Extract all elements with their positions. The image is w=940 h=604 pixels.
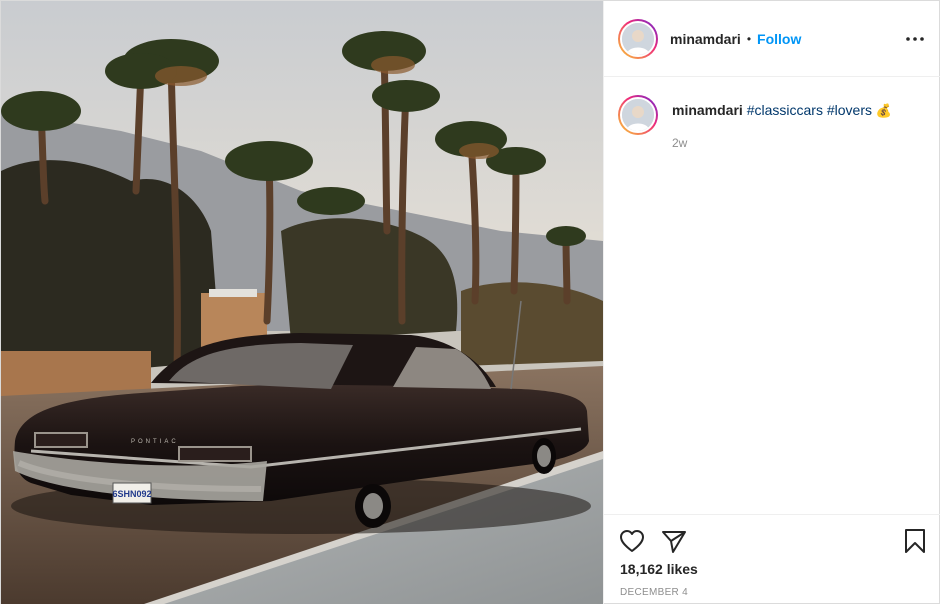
classic-car-illustration: 6SHN092 PONTIAC	[1, 1, 603, 604]
avatar[interactable]	[620, 20, 656, 57]
money-bag-emoji: 💰	[875, 103, 893, 118]
caption-avatar[interactable]	[620, 97, 656, 133]
post-details-panel: minamdari • Follow minamdari #classiccar…	[603, 1, 940, 604]
share-icon[interactable]	[660, 527, 688, 555]
car-badge-text: PONTIAC	[131, 439, 179, 445]
caption-username[interactable]: minamdari	[672, 102, 743, 118]
header-username[interactable]: minamdari	[670, 31, 741, 47]
license-plate-text: 6SHN092	[112, 489, 151, 499]
post-date[interactable]: DECEMBER 4	[620, 587, 688, 598]
hashtag-lovers[interactable]: #lovers	[827, 102, 872, 118]
action-bar: 18,162 likes DECEMBER 4	[604, 514, 940, 604]
post-caption: minamdari #classiccars #lovers 💰 2w	[618, 95, 927, 152]
post-header: minamdari • Follow	[604, 1, 940, 77]
more-options-icon[interactable]	[905, 29, 925, 49]
post-photo[interactable]: 6SHN092 PONTIAC	[1, 1, 603, 604]
caption-story-ring[interactable]	[618, 95, 658, 135]
bookmark-icon[interactable]	[901, 527, 929, 555]
post-modal: 6SHN092 PONTIAC minamdari • Follow minam…	[0, 0, 940, 604]
story-ring[interactable]	[618, 18, 658, 59]
follow-button[interactable]: Follow	[757, 31, 801, 47]
heart-icon[interactable]	[618, 527, 646, 555]
likes-count[interactable]: 18,162 likes	[620, 561, 698, 577]
separator-dot: •	[746, 31, 752, 46]
caption-body: minamdari #classiccars #lovers 💰 2w	[672, 95, 892, 152]
hashtag-classiccars[interactable]: #classiccars	[747, 102, 823, 118]
caption-timestamp[interactable]: 2w	[672, 134, 892, 152]
